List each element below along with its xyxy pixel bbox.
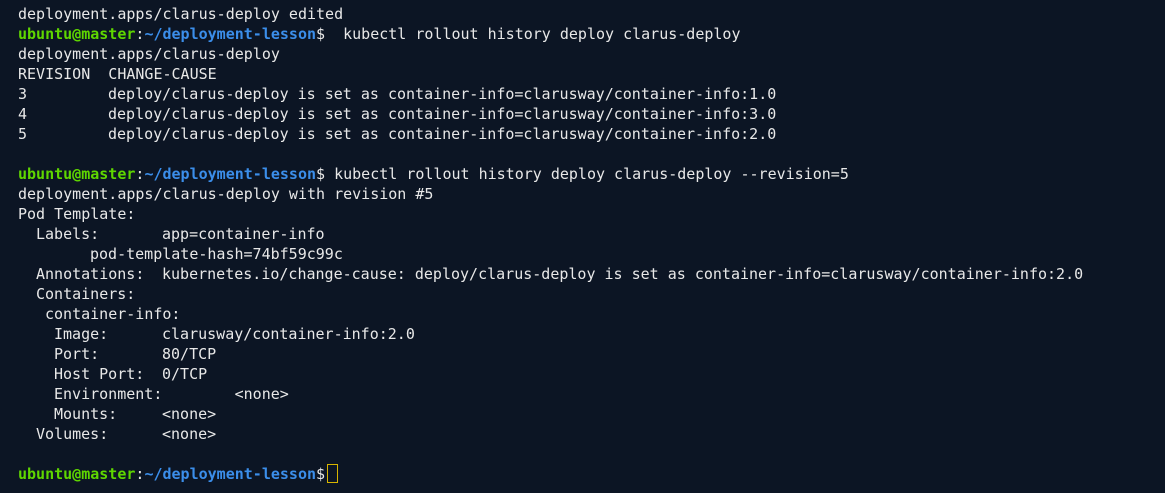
image-value: clarusway/container-info:2.0 (162, 325, 415, 343)
text-cursor[interactable] (327, 464, 339, 483)
command-line: ubuntu@master:~/deployment-lesson$ kubec… (18, 164, 1165, 184)
container-name: container-info: (45, 305, 181, 323)
history-row: 3 deploy/clarus-deploy is set as containe… (18, 84, 1165, 104)
change-cause: deploy/clarus-deploy is set as container… (108, 125, 777, 143)
history-header: REVISION CHANGE-CAUSE (18, 65, 217, 83)
containers-heading: Containers: (36, 285, 136, 303)
image-key: Image: (54, 325, 109, 343)
labels-value: app=container-info (162, 225, 325, 243)
annotations-value: kubernetes.io/change-cause: deploy/claru… (162, 265, 1084, 283)
terminal-window[interactable]: deployment.apps/clarus-deploy edited ubu… (0, 0, 1165, 493)
port-value: 80/TCP (162, 345, 217, 363)
labels-line: Labels: app=container-info (18, 224, 1165, 244)
annotations-line: Annotations: kubernetes.io/change-cause: … (18, 264, 1165, 284)
change-cause: deploy/clarus-deploy is set as container… (108, 85, 777, 103)
prompt-path: ~/deployment-lesson (144, 165, 317, 183)
host-port-line: Host Port: 0/TCP (18, 364, 1165, 384)
hash-line: pod-template-hash=74bf59c99c (90, 245, 343, 263)
prompt-user: ubuntu@master (18, 25, 136, 43)
mounts-value: <none> (162, 405, 217, 423)
output-line: deployment.apps/clarus-deploy edited (18, 5, 344, 23)
volumes-key: Volumes: (36, 425, 109, 443)
prompt-path: ~/deployment-lesson (144, 25, 317, 43)
output-line: deployment.apps/clarus-deploy (18, 45, 280, 63)
volumes-line: Volumes: <none> (18, 424, 1165, 444)
host-port-value: 0/TCP (162, 365, 208, 383)
port-line: Port: 80/TCP (18, 344, 1165, 364)
annotations-key: Annotations: (36, 265, 145, 283)
command-line: ubuntu@master:~/deployment-lesson$ kubec… (18, 24, 1165, 44)
history-row: 4 deploy/clarus-deploy is set as containe… (18, 104, 1165, 124)
change-cause: deploy/clarus-deploy is set as container… (108, 105, 777, 123)
prompt-dollar: $ (316, 25, 326, 43)
pod-template-heading: Pod Template: (18, 205, 136, 223)
output-line: deployment.apps/clarus-deploy with revis… (18, 185, 434, 203)
image-line: Image: clarusway/container-info:2.0 (18, 324, 1165, 344)
prompt-user: ubuntu@master (18, 465, 136, 483)
labels-key: Labels: (36, 225, 100, 243)
revision-number: 3 (18, 85, 28, 103)
revision-number: 4 (18, 105, 28, 123)
command-text: kubectl rollout history deploy clarus-de… (325, 25, 741, 43)
volumes-value: <none> (162, 425, 217, 443)
prompt-dollar: $ (316, 165, 326, 183)
environment-line: Environment: <none> (54, 385, 289, 403)
command-text: kubectl rollout history deploy clarus-de… (325, 165, 849, 183)
port-key: Port: (54, 345, 100, 363)
history-row: 5 deploy/clarus-deploy is set as containe… (18, 124, 1165, 144)
prompt-dollar: $ (316, 465, 326, 483)
mounts-key: Mounts: (54, 405, 118, 423)
active-prompt-line[interactable]: ubuntu@master:~/deployment-lesson$ (18, 464, 1165, 484)
mounts-line: Mounts: <none> (18, 404, 1165, 424)
prompt-path: ~/deployment-lesson (144, 465, 317, 483)
revision-number: 5 (18, 125, 28, 143)
host-port-key: Host Port: (54, 365, 145, 383)
prompt-user: ubuntu@master (18, 165, 136, 183)
